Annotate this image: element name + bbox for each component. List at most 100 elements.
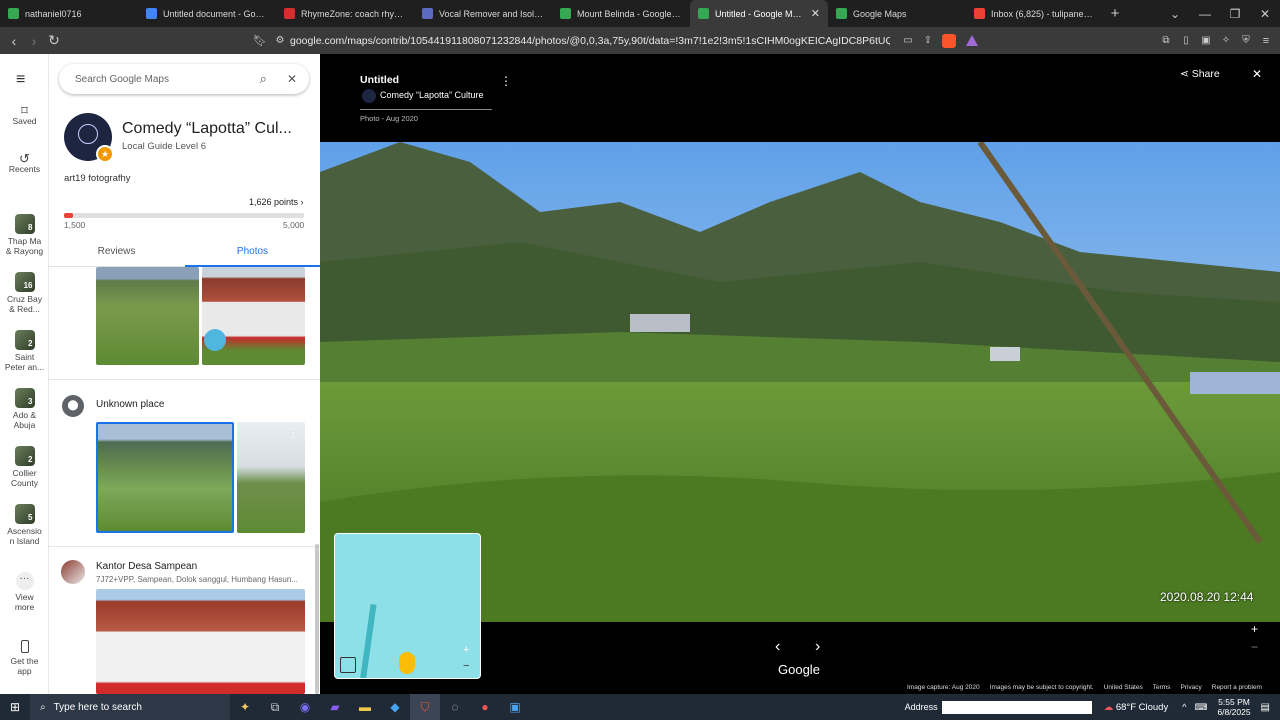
pegman-icon[interactable] bbox=[399, 652, 415, 674]
close-viewer-icon[interactable]: ✕ bbox=[1252, 67, 1262, 81]
search-box[interactable]: Search Google Maps ⌕ ✕ bbox=[59, 64, 309, 94]
photo-thumbnail[interactable] bbox=[96, 589, 305, 694]
browser-tab[interactable]: RhymeZone: coach rhymes bbox=[276, 0, 414, 27]
new-tab-button[interactable]: + bbox=[1104, 5, 1126, 22]
tab-reviews[interactable]: Reviews bbox=[49, 239, 184, 264]
prev-photo-icon[interactable]: ‹ bbox=[775, 638, 780, 656]
app-icon[interactable]: ● bbox=[470, 694, 500, 720]
report-link[interactable]: Report a problem bbox=[1212, 684, 1262, 691]
vpn-icon[interactable]: ⛨ bbox=[1236, 35, 1256, 46]
extensions-icon[interactable]: ⧉ bbox=[1156, 35, 1176, 46]
browser-tab[interactable]: Google Maps bbox=[828, 0, 966, 27]
unknown-place-title[interactable]: Unknown place bbox=[96, 399, 164, 410]
author-name[interactable]: Comedy “Lapotta” Culture bbox=[380, 90, 484, 100]
share-page-icon[interactable]: ⇪ bbox=[918, 35, 938, 46]
browser-tab[interactable]: nathaniel0716 bbox=[0, 0, 138, 27]
mini-map[interactable]: + − bbox=[334, 533, 481, 679]
windows-start-icon[interactable]: ⊞ bbox=[0, 694, 30, 720]
sidebar-icon[interactable]: ▯ bbox=[1176, 35, 1196, 46]
zoom-out-icon[interactable]: − bbox=[1251, 640, 1258, 654]
brave-browser-icon[interactable]: ⛉ bbox=[410, 694, 440, 720]
zoom-in-icon[interactable]: + bbox=[1251, 622, 1258, 636]
rail-recent-place[interactable]: 16 Cruz Bay & Red... bbox=[0, 272, 49, 314]
rail-get-app[interactable]: Get the app bbox=[0, 640, 49, 676]
close-window-button[interactable]: ✕ bbox=[1250, 7, 1280, 21]
leo-ai-icon[interactable]: ✧ bbox=[1216, 35, 1236, 46]
points-link[interactable]: 1,626 points › bbox=[249, 197, 304, 207]
hamburger-menu-icon[interactable]: ≡ bbox=[16, 71, 25, 89]
kantor-title[interactable]: Kantor Desa Sampean bbox=[96, 561, 197, 572]
close-tab-icon[interactable]: ✕ bbox=[811, 7, 820, 20]
brave-rewards-icon[interactable] bbox=[966, 35, 978, 46]
bookmark-icon[interactable]: 🔖︎ bbox=[250, 34, 270, 47]
rail-recent-place[interactable]: 8 Thap Ma & Rayong bbox=[0, 214, 49, 256]
avatar[interactable]: ★ bbox=[64, 113, 114, 163]
address-toolbar-input[interactable] bbox=[941, 700, 1092, 714]
share-button[interactable]: ⋖ Share bbox=[1180, 68, 1220, 80]
more-options-icon[interactable]: ⋮ bbox=[500, 74, 512, 88]
app-icon[interactable]: ▣ bbox=[500, 694, 530, 720]
forward-icon[interactable]: › bbox=[24, 33, 44, 49]
back-icon[interactable]: ‹ bbox=[4, 33, 24, 49]
rail-view-more[interactable]: ··· View more bbox=[0, 572, 49, 612]
expand-map-icon[interactable] bbox=[340, 657, 356, 673]
url-bar[interactable]: google.com/maps/contrib/1054419118080712… bbox=[290, 35, 890, 47]
brave-shield-icon[interactable] bbox=[942, 33, 956, 48]
browser-tab[interactable]: Mount Belinda - Google Maps bbox=[552, 0, 690, 27]
more-options-icon[interactable]: ⋮ bbox=[288, 426, 299, 439]
next-photo-icon[interactable]: › bbox=[815, 638, 820, 656]
map-zoom-in-icon[interactable]: + bbox=[463, 644, 469, 656]
taskbar-search-input[interactable]: Type here to search bbox=[54, 702, 142, 713]
cast-icon[interactable]: ▭ bbox=[898, 35, 918, 46]
keyboard-icon[interactable]: ⌨ bbox=[1194, 702, 1207, 713]
menu-icon[interactable]: ≡ bbox=[1256, 35, 1276, 47]
google-logo: Google bbox=[778, 662, 820, 677]
file-explorer-icon[interactable]: ▬ bbox=[350, 694, 380, 720]
copilot-app-icon[interactable]: ◉ bbox=[290, 694, 320, 720]
copilot-icon[interactable]: ✦ bbox=[230, 694, 260, 720]
browser-tab[interactable]: Vocal Remover and Isolation | bbox=[414, 0, 552, 27]
photo-thumbnail-selected[interactable] bbox=[96, 422, 234, 533]
tab-photos[interactable]: Photos bbox=[185, 239, 320, 267]
rail-saved[interactable]: ⌑ Saved bbox=[0, 104, 49, 126]
photo-thumbnail[interactable] bbox=[96, 267, 199, 365]
photo-thumbnail[interactable]: ⋮ bbox=[237, 422, 305, 533]
app-icon[interactable]: ▰ bbox=[320, 694, 350, 720]
rail-place-label: Ascensio n Island bbox=[7, 526, 42, 546]
notifications-icon[interactable]: ▤ bbox=[1261, 702, 1270, 713]
taskbar-search[interactable]: ⌕ Type here to search bbox=[30, 694, 230, 720]
reload-icon[interactable]: ↻ bbox=[44, 32, 64, 49]
rail-recent-place[interactable]: 2 Collier County bbox=[0, 446, 49, 488]
terms-link[interactable]: Terms bbox=[1153, 684, 1171, 691]
rail-recent-place[interactable]: 2 Saint Peter an... bbox=[0, 330, 49, 372]
photo-thumbnail[interactable] bbox=[202, 267, 305, 365]
minimize-button[interactable]: — bbox=[1190, 7, 1220, 21]
wallet-icon[interactable]: ▣ bbox=[1196, 35, 1216, 46]
panel-scrollbar[interactable] bbox=[315, 544, 319, 694]
map-zoom-out-icon[interactable]: − bbox=[463, 660, 469, 672]
tab-search-icon[interactable]: ⌄ bbox=[1160, 7, 1190, 21]
region-link[interactable]: United States bbox=[1104, 684, 1143, 691]
profile-bio: art19 fotografhy bbox=[64, 173, 131, 184]
rail-recent-place[interactable]: 5 Ascensio n Island bbox=[0, 504, 49, 546]
profile-level[interactable]: Local Guide Level 6 bbox=[122, 141, 206, 152]
rail-recent-place[interactable]: 3 Ado & Abuja bbox=[0, 388, 49, 430]
privacy-link[interactable]: Privacy bbox=[1180, 684, 1201, 691]
app-icon[interactable]: ◆ bbox=[380, 694, 410, 720]
browser-tab[interactable]: Untitled - Google Maps ✕ bbox=[690, 0, 828, 27]
rail-recents[interactable]: ↺ Recents bbox=[0, 152, 49, 174]
task-view-icon[interactable]: ⧉ bbox=[260, 694, 290, 720]
clock[interactable]: 5:55 PM 6/8/2025 bbox=[1217, 697, 1250, 717]
tray-chevron-icon[interactable]: ^ bbox=[1182, 702, 1186, 712]
weather-widget[interactable]: ☁ 68°F Cloudy bbox=[1104, 702, 1169, 713]
search-input[interactable]: Search Google Maps bbox=[75, 74, 260, 85]
close-icon[interactable]: ✕ bbox=[287, 72, 297, 86]
viewer-footer: Image capture: Aug 2020 Images may be su… bbox=[907, 684, 1262, 691]
browser-tab[interactable]: Inbox (6,825) - tulipanedean@ bbox=[966, 0, 1104, 27]
site-info-icon[interactable]: ⚙ bbox=[270, 35, 290, 46]
browser-tab[interactable]: Untitled document - Google D bbox=[138, 0, 276, 27]
points-progress-bar bbox=[64, 213, 304, 218]
restore-button[interactable]: ❐ bbox=[1220, 7, 1250, 21]
search-icon[interactable]: ⌕ bbox=[260, 71, 267, 87]
app-icon[interactable]: ◌ bbox=[440, 694, 470, 720]
